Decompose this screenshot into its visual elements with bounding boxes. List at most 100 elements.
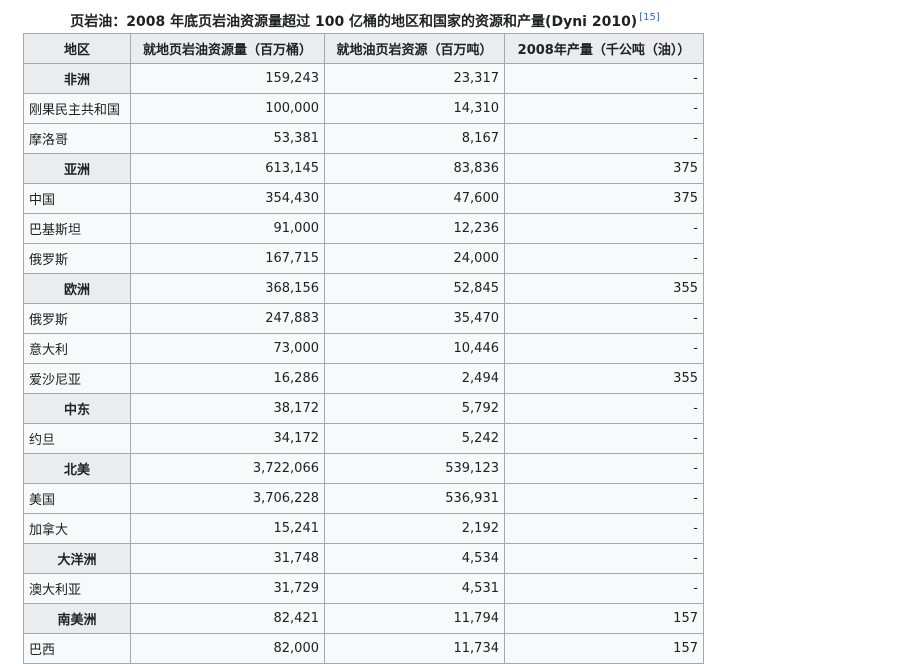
cell-name: 大洋洲 [23, 543, 131, 574]
cell-production: - [504, 93, 704, 124]
cell-barrels: 38,172 [130, 393, 325, 424]
cell-tons: 83,836 [324, 153, 505, 184]
cell-tons: 24,000 [324, 243, 505, 274]
country-row: 刚果民主共和国 100,000 14,310- [23, 93, 704, 124]
country-row: 约旦 34,172 5,242- [23, 423, 704, 454]
cell-name: 澳大利亚 [23, 573, 131, 604]
cell-name: 中国 [23, 183, 131, 214]
cell-name: 中东 [23, 393, 131, 424]
country-row: 意大利 73,000 10,446- [23, 333, 704, 364]
cell-name: 欧洲 [23, 273, 131, 304]
cell-name: 北美 [23, 453, 131, 484]
country-row: 爱沙尼亚 16,286 2,494 355 [23, 363, 704, 394]
cell-production: 157 [504, 603, 704, 634]
cell-barrels: 3,722,066 [130, 453, 325, 484]
cell-production: 375 [504, 153, 704, 184]
country-row: 巴基斯坦 91,000 12,236- [23, 213, 704, 244]
cell-tons: 11,794 [324, 603, 505, 634]
country-row: 巴西 82,000 11,734 157 [23, 633, 704, 664]
caption-text: 页岩油：2008 年底页岩油资源量超过 100 亿桶的地区和国家的资源和产量(D… [70, 14, 638, 30]
cell-tons: 35,470 [324, 303, 505, 334]
cell-production: - [504, 393, 704, 424]
cell-name: 美国 [23, 483, 131, 514]
shale-oil-resources-table: 地区 就地页岩油资源量（百万桶） 就地油页岩资源（百万吨） 2008年产量（千公… [23, 33, 704, 664]
cell-production: 157 [504, 633, 704, 664]
cell-name: 俄罗斯 [23, 243, 131, 274]
cell-barrels: 354,430 [130, 183, 325, 214]
cell-name: 巴西 [23, 633, 131, 664]
cell-tons: 52,845 [324, 273, 505, 304]
country-row: 加拿大 15,241 2,192- [23, 513, 704, 544]
cell-barrels: 247,883 [130, 303, 325, 334]
cell-barrels: 53,381 [130, 123, 325, 154]
region-row: 中东 38,172 5,792- [23, 393, 704, 424]
region-row: 非洲 159,243 23,317- [23, 63, 704, 94]
table-body: 非洲 159,243 23,317- 刚果民主共和国 100,000 14,310- 摩洛哥… [23, 63, 704, 664]
cell-production: 355 [504, 273, 704, 304]
country-row: 美国 3,706,228 536,931- [23, 483, 704, 514]
cell-barrels: 15,241 [130, 513, 325, 544]
cell-tons: 23,317 [324, 63, 505, 94]
cell-tons: 536,931 [324, 483, 505, 514]
cell-tons: 47,600 [324, 183, 505, 214]
cell-tons: 5,242 [324, 423, 505, 454]
cell-production: - [504, 303, 704, 334]
cell-production: - [504, 543, 704, 574]
cell-name: 摩洛哥 [23, 123, 131, 154]
cell-production: - [504, 453, 704, 484]
cell-barrels: 82,421 [130, 603, 325, 634]
cell-name: 刚果民主共和国 [23, 93, 131, 124]
cell-barrels: 34,172 [130, 423, 325, 454]
cell-tons: 4,534 [324, 543, 505, 574]
region-row: 北美 3,722,066 539,123- [23, 453, 704, 484]
cell-barrels: 31,729 [130, 573, 325, 604]
cell-tons: 2,192 [324, 513, 505, 544]
header-region: 地区 [23, 33, 131, 64]
cell-tons: 5,792 [324, 393, 505, 424]
cell-tons: 12,236 [324, 213, 505, 244]
cell-tons: 10,446 [324, 333, 505, 364]
cell-tons: 2,494 [324, 363, 505, 394]
cell-barrels: 31,748 [130, 543, 325, 574]
cell-production: - [504, 573, 704, 604]
cell-barrels: 613,145 [130, 153, 325, 184]
country-row: 俄罗斯 167,715 24,000- [23, 243, 704, 274]
cell-tons: 14,310 [324, 93, 505, 124]
region-row: 欧洲 368,156 52,845 355 [23, 273, 704, 304]
country-row: 中国 354,430 47,600 375 [23, 183, 704, 214]
cell-production: - [504, 123, 704, 154]
cell-production: - [504, 423, 704, 454]
cell-barrels: 73,000 [130, 333, 325, 364]
cell-name: 非洲 [23, 63, 131, 94]
cell-production: - [504, 63, 704, 94]
country-row: 澳大利亚 31,729 4,531- [23, 573, 704, 604]
cell-name: 加拿大 [23, 513, 131, 544]
reference-link[interactable]: [15] [639, 12, 660, 23]
cell-name: 约旦 [23, 423, 131, 454]
cell-tons: 4,531 [324, 573, 505, 604]
country-row: 俄罗斯 247,883 35,470- [23, 303, 704, 334]
country-row: 摩洛哥 53,381 8,167- [23, 123, 704, 154]
region-row: 亚洲 613,145 83,836 375 [23, 153, 704, 184]
header-barrels: 就地页岩油资源量（百万桶） [130, 33, 325, 64]
region-row: 大洋洲 31,748 4,534- [23, 543, 704, 574]
region-row: 南美洲 82,421 11,794 157 [23, 603, 704, 634]
cell-barrels: 16,286 [130, 363, 325, 394]
cell-name: 意大利 [23, 333, 131, 364]
cell-production: - [504, 243, 704, 274]
cell-tons: 539,123 [324, 453, 505, 484]
cell-name: 爱沙尼亚 [23, 363, 131, 394]
cell-barrels: 368,156 [130, 273, 325, 304]
cell-name: 巴基斯坦 [23, 213, 131, 244]
cell-production: 355 [504, 363, 704, 394]
table-caption: 页岩油：2008 年底页岩油资源量超过 100 亿桶的地区和国家的资源和产量(D… [0, 8, 730, 32]
cell-name: 南美洲 [23, 603, 131, 634]
cell-barrels: 167,715 [130, 243, 325, 274]
header-tons: 就地油页岩资源（百万吨） [324, 33, 505, 64]
header-production: 2008年产量（千公吨（油）） [504, 33, 704, 64]
cell-name: 亚洲 [23, 153, 131, 184]
cell-production: - [504, 333, 704, 364]
cell-production: - [504, 483, 704, 514]
cell-barrels: 100,000 [130, 93, 325, 124]
cell-production: 375 [504, 183, 704, 214]
